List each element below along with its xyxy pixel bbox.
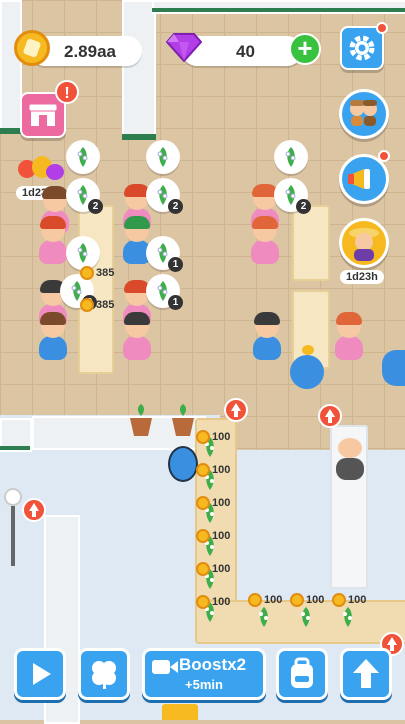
- order-bubble[interactable]: 1: [146, 236, 183, 272]
- settings-notification-dot: [376, 22, 388, 34]
- pillar-left: [122, 0, 156, 140]
- order-count: 2: [296, 199, 311, 214]
- upgrade-arrow-icon[interactable]: [22, 498, 46, 522]
- earning-label: 100: [348, 594, 367, 606]
- coin-icon: [196, 463, 210, 477]
- character-event-button[interactable]: [339, 218, 389, 268]
- staff-button[interactable]: [339, 89, 389, 139]
- lily-of-valley-icon: [285, 147, 296, 167]
- earning-label: 100: [212, 563, 231, 575]
- earning-label: 100: [212, 497, 231, 509]
- top-wall-trim: [152, 8, 405, 12]
- earning-label: 385: [96, 299, 115, 311]
- coin-icon: [332, 593, 346, 607]
- customer: [250, 216, 280, 266]
- customer: [334, 312, 364, 362]
- worker: [168, 446, 198, 486]
- order-bubble[interactable]: [66, 236, 100, 270]
- upgrade-button[interactable]: [340, 648, 392, 700]
- top-left-wall: [0, 0, 22, 134]
- coin-icon: [248, 593, 262, 607]
- upgrade-arrow-icon[interactable]: [224, 398, 248, 422]
- customer: [38, 216, 68, 266]
- order-bubble[interactable]: [66, 140, 100, 174]
- shopper-with-basket: [290, 345, 324, 391]
- lily-of-valley-icon: [157, 147, 168, 167]
- coin-icon: [14, 30, 50, 66]
- order-count: 2: [168, 199, 183, 214]
- gear-icon: [349, 35, 375, 61]
- order-count: 1: [168, 295, 183, 310]
- play-icon: [33, 663, 51, 685]
- cashier: [336, 438, 364, 480]
- customer: [38, 312, 68, 362]
- shelf-2: [292, 205, 330, 281]
- coin-icon: [290, 593, 304, 607]
- lily-of-valley-icon: [301, 607, 310, 627]
- coin-amount: 2.89aa: [64, 42, 116, 61]
- shop-alert-badge: !: [55, 80, 79, 104]
- order-bubble[interactable]: 2: [66, 178, 103, 214]
- boost-button[interactable]: Boostx2 +5min: [142, 648, 266, 700]
- plant-pot[interactable]: [168, 404, 198, 438]
- play-button[interactable]: [14, 648, 66, 700]
- coin-icon: [80, 298, 94, 312]
- order-bubble[interactable]: 2: [274, 178, 311, 214]
- coin-icon: [196, 595, 210, 609]
- character-event-timer: 1d23h: [340, 270, 384, 284]
- bottom-hatch: [162, 704, 198, 720]
- earning-label: 385: [96, 267, 115, 279]
- storage-wall-left-trim: [0, 446, 30, 450]
- backpack-icon: [291, 657, 313, 688]
- upgrade-arrow-icon[interactable]: [318, 404, 342, 428]
- coin-icon: [196, 529, 210, 543]
- earning-label: 100: [212, 530, 231, 542]
- clover-icon: [92, 661, 116, 689]
- customer: [122, 312, 152, 362]
- order-bubble[interactable]: 2: [146, 178, 183, 214]
- order-count: 2: [88, 199, 103, 214]
- lily-of-valley-icon: [77, 147, 88, 167]
- add-gems-button[interactable]: +: [289, 33, 321, 65]
- gem-amount: 40: [236, 42, 255, 61]
- earning-label: 100: [264, 594, 283, 606]
- customer: [252, 312, 282, 362]
- earning-label: 100: [306, 594, 325, 606]
- earning-label: 100: [212, 596, 231, 608]
- earning-label: 100: [212, 431, 231, 443]
- order-count: 1: [168, 257, 183, 272]
- up-arrow-icon: [353, 659, 379, 688]
- lily-of-valley-icon: [77, 243, 88, 263]
- lily-of-valley-icon: [343, 607, 352, 627]
- megaphone-icon: [348, 169, 370, 189]
- plant-pot[interactable]: [126, 404, 156, 438]
- backpack-button[interactable]: [276, 648, 328, 700]
- lily-of-valley-icon: [259, 607, 268, 627]
- video-icon: [152, 660, 178, 674]
- order-bubble[interactable]: [146, 140, 180, 174]
- boost-duration: +5min: [185, 677, 223, 692]
- farmer-icon: [349, 228, 379, 261]
- earning-label: 100: [212, 464, 231, 476]
- boost-label: Boostx2: [179, 655, 247, 674]
- street-lamp: [4, 488, 22, 568]
- staff-icon: [350, 100, 377, 126]
- coin-icon: [196, 430, 210, 444]
- coin-icon: [80, 266, 94, 280]
- pillar-left-trim: [122, 134, 156, 140]
- gem-icon: [166, 33, 202, 62]
- clover-button[interactable]: [78, 648, 130, 700]
- coin-icon: [196, 496, 210, 510]
- shopper-edge: [382, 350, 405, 386]
- order-bubble[interactable]: [274, 140, 308, 174]
- order-bubble[interactable]: 1: [146, 274, 183, 310]
- coin-icon: [196, 562, 210, 576]
- advertise-notification-dot: [378, 150, 390, 162]
